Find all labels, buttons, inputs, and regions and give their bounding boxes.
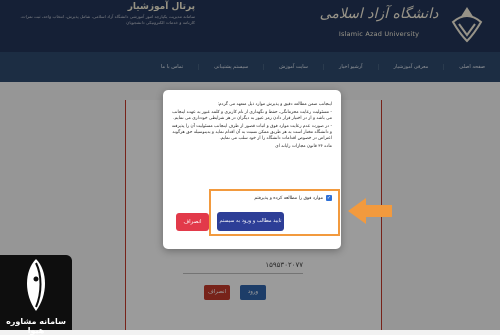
agree-label: موارد فوق را مطالعه کرده و پذیرفتم <box>254 195 323 201</box>
pen-nib-icon <box>27 259 45 311</box>
terms-paragraph: - در صورت عدم رعایت موارد فوق و اثبات قص… <box>171 123 332 142</box>
confirm-login-button[interactable]: تایید مطالب و ورود به سیستم <box>217 212 284 231</box>
checkbox-checked-icon[interactable]: ✓ <box>326 195 332 201</box>
terms-text: اینجانب ضمن مطالعه دقیق و پذیرش موارد ذی… <box>170 102 332 152</box>
agree-row[interactable]: ✓ موارد فوق را مطالعه کرده و پذیرفتم <box>228 195 332 201</box>
hiva-logo: سامانه مشاوره هیوا <box>0 255 72 335</box>
modal-cancel-button[interactable]: انصراف <box>176 213 209 231</box>
terms-paragraph: - مسئولیت رعایت محرمانگی، حفظ و نگهداری … <box>172 109 332 122</box>
hiva-logo-text: سامانه مشاوره هیوا <box>6 317 66 335</box>
arrow-left-icon <box>348 198 392 224</box>
terms-paragraph: ماده ۳۶ قانون مجازات رایانه ای <box>275 144 332 150</box>
terms-paragraph: اینجانب ضمن مطالعه دقیق و پذیرش موارد ذی… <box>217 102 332 107</box>
